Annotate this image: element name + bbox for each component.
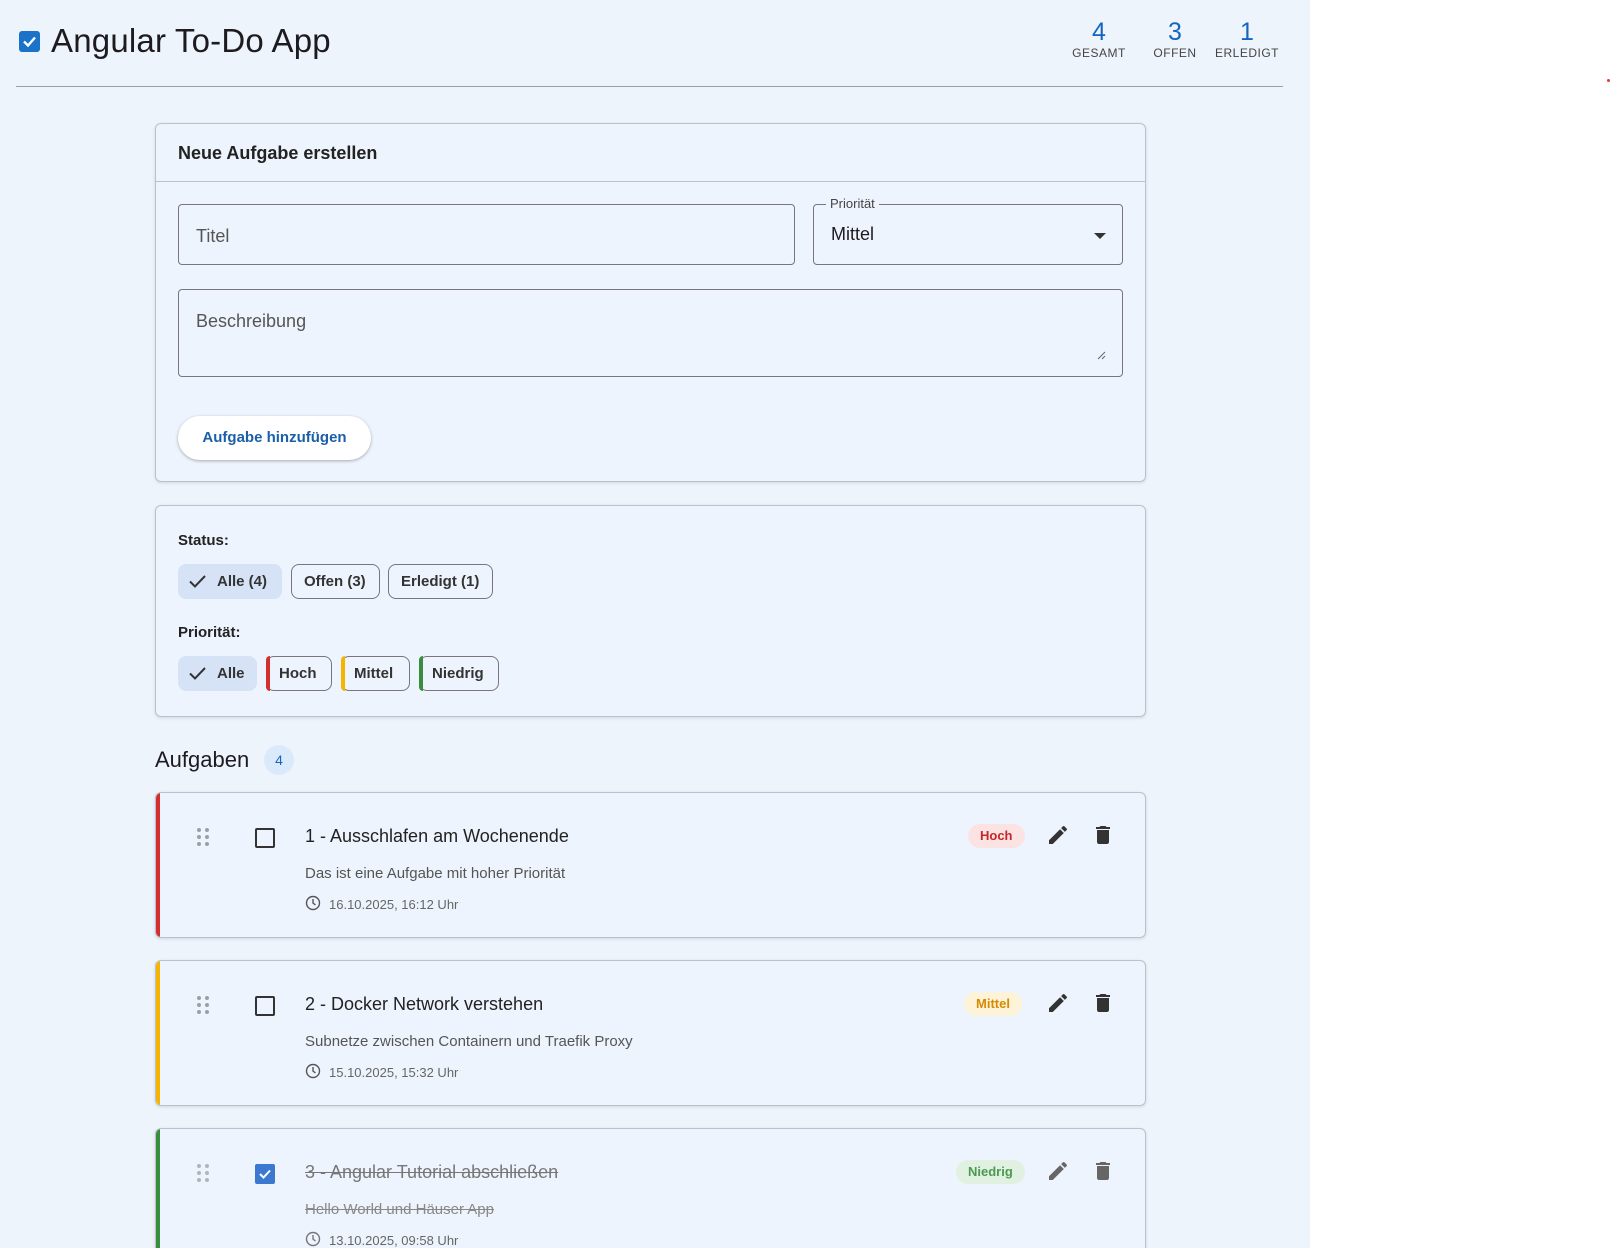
add-task-button[interactable]: Aufgabe hinzufügen: [178, 416, 371, 460]
stat-open-value: 3: [1168, 18, 1182, 46]
title-placeholder: Titel: [196, 226, 230, 246]
priority-select[interactable]: Priorität Mittel: [813, 196, 1123, 265]
stat-done-label: ERLEDIGT: [1214, 46, 1279, 60]
chip-priority-all[interactable]: Alle: [178, 656, 257, 691]
priority-badge: Hoch: [968, 824, 1025, 848]
stat-total: 4 GESAMT: [1059, 18, 1139, 60]
priority-select-label: Priorität: [826, 196, 879, 211]
task-description: Hello World und Häuser App: [305, 1201, 494, 1218]
drag-handle-icon[interactable]: [196, 827, 210, 847]
chip-priority-low-label: Niedrig: [432, 665, 484, 682]
status-filter-label: Status:: [178, 532, 229, 549]
priority-bar: [156, 793, 160, 937]
task-title: 3 - Angular Tutorial abschließen: [305, 1162, 559, 1182]
chip-status-all-label: Alle (4): [217, 573, 268, 590]
task-card[interactable]: 3 - Angular Tutorial abschließen Hello W…: [155, 1128, 1146, 1248]
check-icon: [189, 575, 206, 588]
task-checkbox[interactable]: [255, 828, 275, 848]
chip-status-done[interactable]: Erledigt (1): [388, 564, 493, 599]
edit-icon[interactable]: [1046, 991, 1070, 1015]
decorative-dot: [1607, 79, 1610, 82]
stat-done: 1 ERLEDIGT: [1211, 18, 1283, 60]
chip-priority-medium-label: Mittel: [354, 665, 394, 682]
chip-priority-low[interactable]: Niedrig: [419, 656, 499, 691]
task-title: 1 - Ausschlafen am Wochenende: [305, 826, 569, 846]
stat-total-value: 4: [1092, 18, 1106, 46]
description-textarea[interactable]: Beschreibung: [178, 289, 1123, 377]
checkbox-checked-icon: [19, 31, 40, 52]
app-root: Angular To-Do App 4 GESAMT 3 OFFEN 1 ERL…: [0, 0, 1310, 1248]
filter-card: Status: Alle (4) Offen (3) Erledigt (1) …: [155, 505, 1146, 717]
clock-icon: [305, 895, 321, 911]
task-title: 2 - Docker Network verstehen: [305, 994, 544, 1014]
check-icon: [259, 1169, 271, 1179]
priority-stripe: [419, 656, 423, 691]
tasks-count-badge: 4: [264, 745, 294, 775]
chip-status-open[interactable]: Offen (3): [291, 564, 380, 599]
dropdown-caret-icon: [1094, 233, 1106, 239]
chip-status-open-label: Offen (3): [304, 573, 366, 590]
priority-stripe: [341, 656, 345, 691]
priority-badge: Niedrig: [956, 1160, 1025, 1184]
task-date: 16.10.2025, 16:12 Uhr: [329, 897, 459, 912]
drag-handle-icon[interactable]: [196, 995, 210, 1015]
delete-icon[interactable]: [1091, 991, 1115, 1015]
stat-total-label: GESAMT: [1072, 46, 1126, 60]
chip-status-done-label: Erledigt (1): [401, 573, 480, 590]
clock-icon: [305, 1231, 321, 1247]
priority-filter-label: Priorität:: [178, 624, 241, 641]
chip-priority-high-label: Hoch: [279, 665, 317, 682]
task-card[interactable]: 1 - Ausschlafen am Wochenende Das ist ei…: [155, 792, 1146, 938]
task-checkbox-checked[interactable]: [255, 1164, 275, 1184]
tasks-section-title: Aufgaben: [155, 747, 250, 772]
stat-open-label: OFFEN: [1153, 46, 1197, 60]
priority-select-value: Mittel: [831, 224, 875, 244]
new-task-card: Neue Aufgabe erstellen Titel Priorität M…: [155, 123, 1146, 482]
clock-icon: [305, 1063, 321, 1079]
priority-badge: Mittel: [964, 992, 1022, 1016]
title-input[interactable]: Titel: [178, 204, 795, 265]
task-description: Das ist eine Aufgabe mit hoher Priorität: [305, 865, 566, 882]
delete-icon[interactable]: [1091, 823, 1115, 847]
priority-stripe: [266, 656, 270, 691]
description-placeholder: Beschreibung: [196, 311, 307, 331]
chip-priority-all-label: Alle: [217, 665, 245, 682]
stat-done-value: 1: [1240, 18, 1254, 46]
task-description: Subnetze zwischen Containern und Traefik…: [305, 1033, 633, 1050]
chip-status-all[interactable]: Alle (4): [178, 564, 282, 599]
drag-handle-icon[interactable]: [196, 1163, 210, 1183]
priority-bar: [156, 1129, 160, 1248]
delete-icon[interactable]: [1091, 1159, 1115, 1183]
edit-icon[interactable]: [1046, 823, 1070, 847]
task-date: 15.10.2025, 15:32 Uhr: [329, 1065, 459, 1080]
new-task-heading: Neue Aufgabe erstellen: [156, 124, 1145, 182]
check-icon: [189, 667, 206, 680]
resize-handle-icon[interactable]: [1097, 351, 1106, 360]
stat-open: 3 OFFEN: [1139, 18, 1211, 60]
priority-bar: [156, 961, 160, 1105]
chip-priority-medium[interactable]: Mittel: [341, 656, 410, 691]
task-checkbox[interactable]: [255, 996, 275, 1016]
chip-priority-high[interactable]: Hoch: [266, 656, 332, 691]
app-title: Angular To-Do App: [51, 22, 331, 59]
edit-icon[interactable]: [1046, 1159, 1070, 1183]
task-date: 13.10.2025, 09:58 Uhr: [329, 1233, 459, 1248]
task-card[interactable]: 2 - Docker Network verstehen Subnetze zw…: [155, 960, 1146, 1106]
